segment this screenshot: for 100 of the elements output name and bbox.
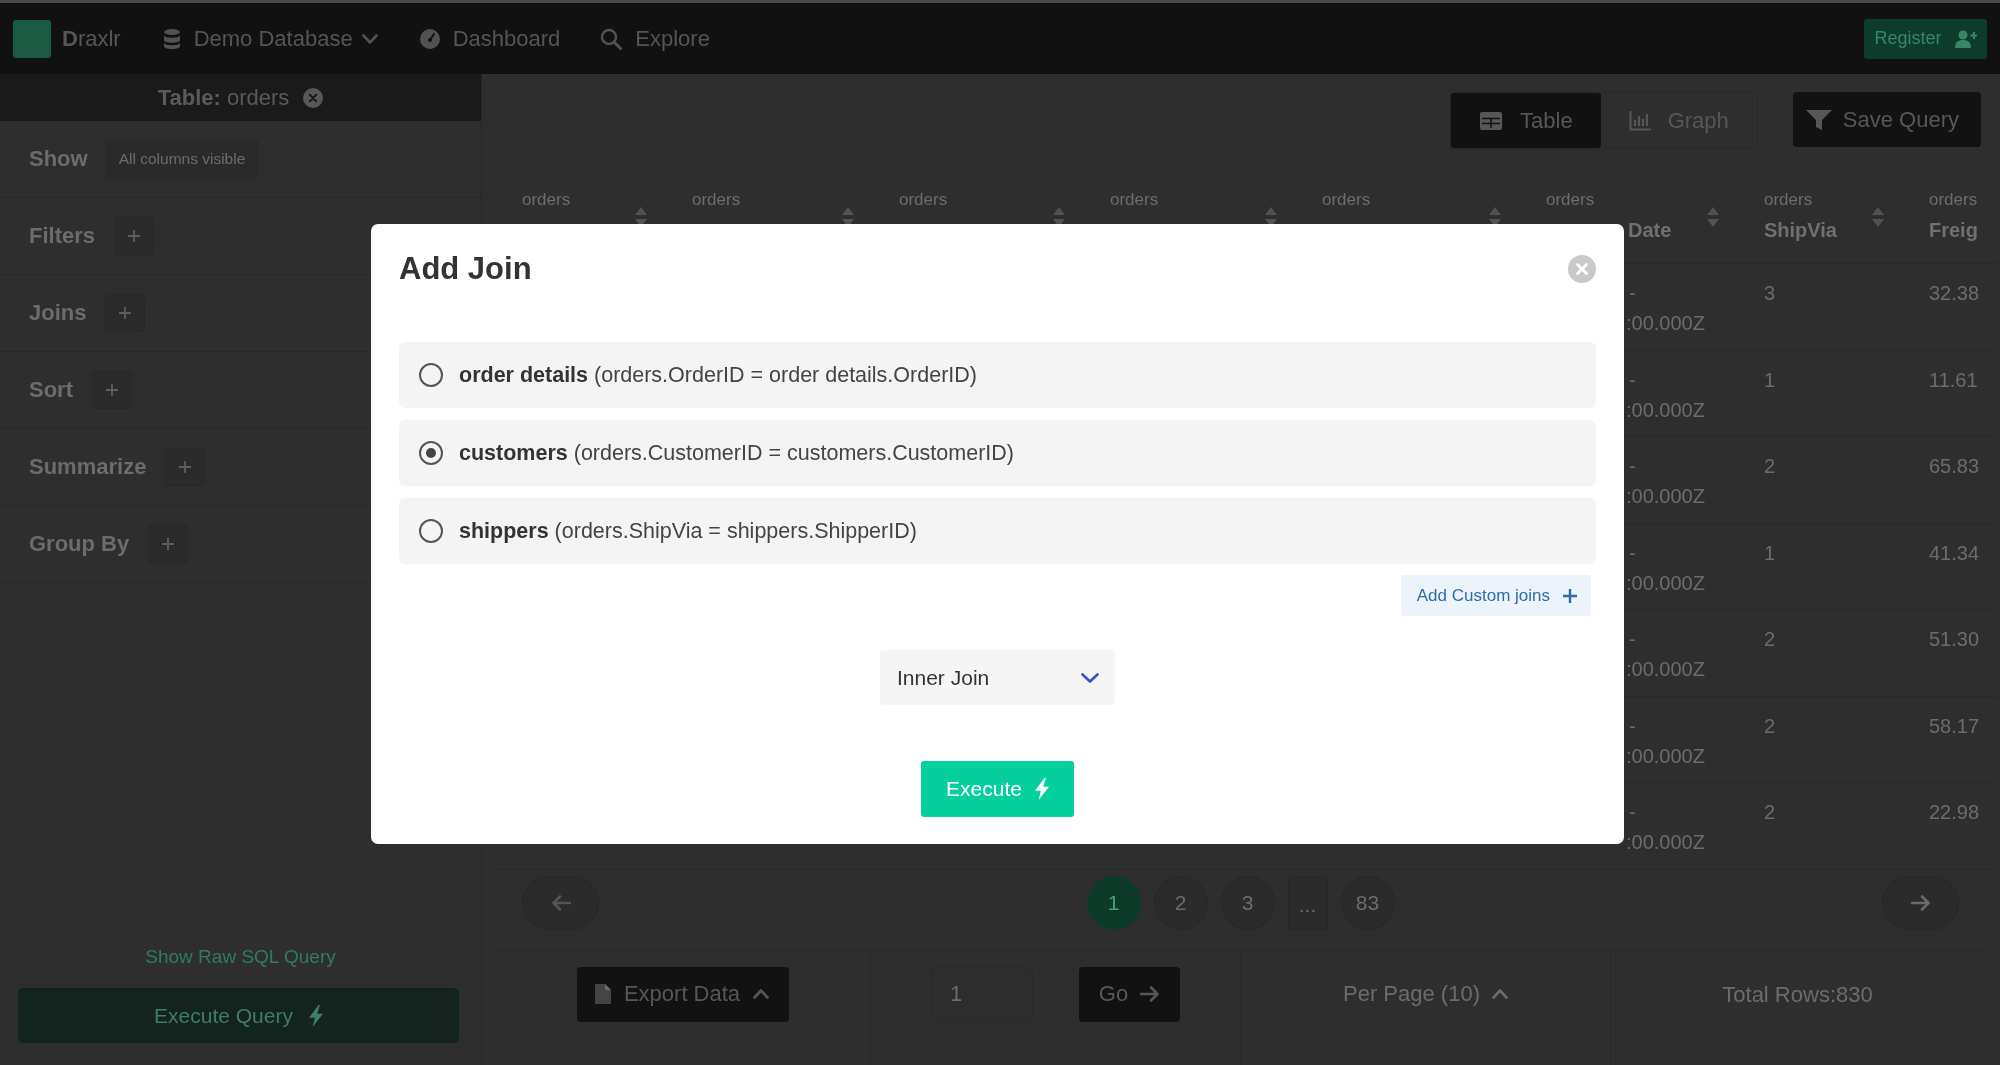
add-custom-joins-button[interactable]: Add Custom joins	[1400, 575, 1591, 616]
page-ellipsis[interactable]: ...	[1287, 875, 1328, 930]
add-button[interactable]	[148, 525, 189, 563]
column-group-label: orders	[1110, 189, 1159, 211]
chevron-down-icon	[361, 33, 378, 44]
per-page-button[interactable]: Per Page (10)	[1343, 966, 1508, 1022]
table-cell-text: 2	[1763, 454, 1776, 479]
page-input[interactable]: 1	[931, 966, 1033, 1022]
section-label: Summarize	[29, 454, 147, 480]
dashboard-link[interactable]: Dashboard	[419, 25, 561, 52]
sort-icon	[1265, 206, 1277, 227]
table-cell-text: - :00.000Z	[1626, 454, 1705, 509]
table-cell-text: - :00.000Z	[1626, 367, 1705, 423]
database-icon	[162, 27, 181, 50]
raw-sql-link[interactable]: Show Raw SQL Query	[145, 946, 336, 968]
funnel-icon	[1805, 109, 1832, 130]
section-label: Group By	[29, 531, 130, 557]
table-cell-text: - :00.000Z	[1626, 540, 1705, 596]
arrow-left-icon	[550, 894, 571, 911]
export-data-button[interactable]: Export Data	[576, 966, 790, 1022]
add-button[interactable]	[165, 448, 206, 486]
table-cell-text: - :00.000Z	[1626, 627, 1705, 682]
plus-icon	[106, 384, 118, 396]
table-cell-text: - :00.000Z	[1626, 281, 1705, 336]
execute-button[interactable]: Execute	[921, 761, 1074, 817]
lightning-icon	[308, 1004, 323, 1027]
add-button[interactable]	[92, 371, 132, 409]
join-option[interactable]: shippers (orders.ShipVia = shippers.ShipperID)	[399, 498, 1596, 564]
table-cell-text: 32.38	[1928, 281, 1980, 306]
join-option[interactable]: customers (orders.CustomerID = customers.CustomerID)	[399, 420, 1596, 486]
column-header[interactable]: Freig	[1929, 215, 1978, 245]
table-cell-text: - :00.000Z	[1626, 800, 1705, 855]
go-button[interactable]: Go	[1079, 966, 1180, 1022]
page-button[interactable]: 1	[1086, 875, 1141, 930]
plus-icon	[128, 230, 141, 242]
brand-name: Draxlr	[62, 25, 121, 52]
columns-chip[interactable]: All columns visible	[104, 139, 260, 179]
table-icon	[1479, 110, 1504, 131]
table-cell-text: 65.83	[1928, 454, 1980, 479]
section-label: Filters	[29, 223, 96, 249]
register-button[interactable]: Register	[1864, 18, 1987, 59]
execute-query-button[interactable]: Execute Query	[18, 988, 459, 1043]
table-cell-text: 2	[1763, 627, 1776, 652]
column-group-label: orders	[1764, 189, 1813, 211]
total-rows-text: Total Rows:830	[1722, 980, 1873, 1009]
logo-icon	[13, 19, 51, 58]
sort-icon	[1707, 206, 1719, 227]
user-plus-icon	[1954, 29, 1977, 48]
table-cell-text: - :00.000Z	[1626, 713, 1705, 769]
dialog-title: Add Join	[399, 250, 532, 288]
chevron-down-icon	[1081, 672, 1099, 683]
arrow-right-icon	[1910, 894, 1931, 911]
table-cell-text: 58.17	[1928, 713, 1980, 739]
table-cell-text: 2	[1763, 800, 1776, 825]
add-button[interactable]	[114, 217, 155, 255]
section-label: Sort	[29, 377, 73, 403]
page-button[interactable]: 3	[1220, 875, 1275, 930]
sort-icon	[635, 206, 647, 227]
sort-icon	[1053, 206, 1065, 227]
join-option[interactable]: order details (orders.OrderID = order details.OrderID)	[399, 342, 1596, 408]
chevron-up-icon	[1492, 989, 1508, 999]
table-cell-text: 41.34	[1928, 540, 1980, 566]
column-group-label: orders	[692, 189, 741, 211]
page-button[interactable]: 2	[1153, 875, 1208, 930]
table-cell-text: 3	[1763, 281, 1776, 306]
file-icon	[594, 984, 611, 1004]
column-group-label: orders	[1929, 189, 1978, 211]
sort-icon	[842, 206, 854, 227]
table-name: Table: orders	[157, 84, 290, 111]
join-type-dropdown[interactable]: Inner Join	[880, 650, 1115, 705]
column-group-label: orders	[1322, 189, 1371, 211]
column-group-label: orders	[522, 189, 571, 211]
plus-icon	[1563, 588, 1577, 603]
lightning-icon	[1034, 778, 1049, 800]
table-cell-text: 1	[1763, 367, 1776, 393]
plus-icon	[162, 538, 175, 550]
column-group-label: orders	[899, 189, 948, 211]
close-icon[interactable]	[1568, 255, 1596, 283]
arrow-right-icon	[1140, 986, 1161, 1002]
save-query-button[interactable]: Save Query	[1792, 92, 1981, 147]
column-header[interactable]: ShipVia	[1764, 215, 1837, 245]
sort-icon	[1489, 206, 1501, 227]
add-button[interactable]	[105, 294, 146, 332]
database-menu[interactable]: Demo Database	[162, 25, 378, 52]
table-cell-text: 2	[1763, 713, 1776, 739]
sort-icon	[1872, 206, 1884, 227]
page-button[interactable]: 83	[1340, 875, 1395, 930]
view-tab[interactable]: Table	[1451, 93, 1601, 148]
plus-icon	[179, 461, 192, 473]
table-cell-text: 22.98	[1928, 800, 1980, 825]
plus-icon	[119, 307, 132, 319]
table-cell-text: 51.30	[1928, 627, 1980, 652]
section-label: Show	[29, 146, 88, 172]
table-cell-text: 11.61	[1928, 367, 1978, 393]
gauge-icon	[419, 28, 440, 49]
explore-link[interactable]: Explore	[600, 25, 710, 52]
column-header[interactable]: Date	[1628, 215, 1672, 245]
section-label: Joins	[29, 300, 87, 326]
close-icon	[303, 87, 324, 108]
column-group-label: orders	[1546, 189, 1595, 211]
